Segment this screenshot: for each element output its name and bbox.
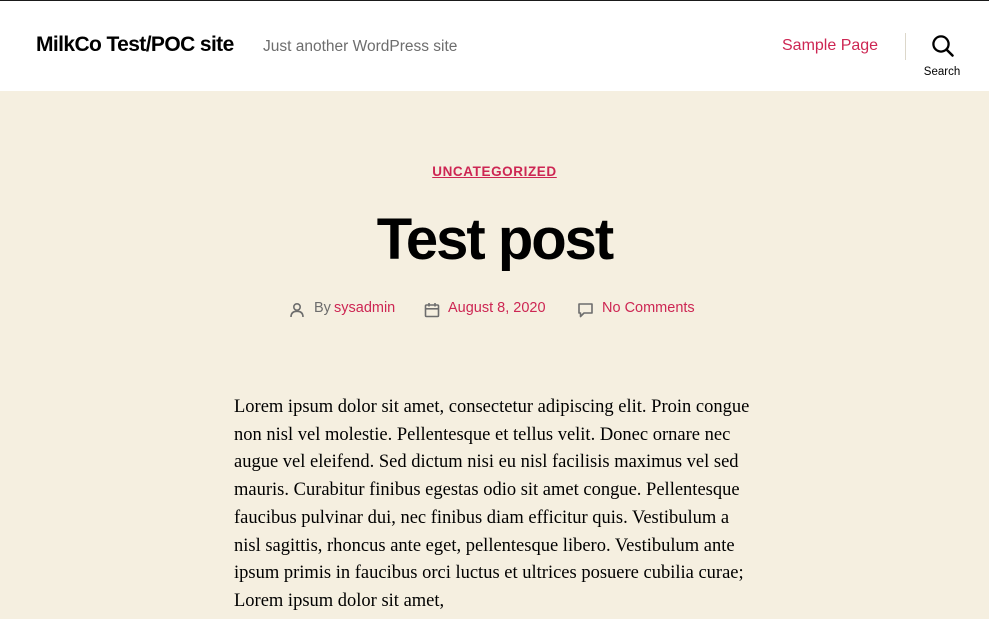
date-link[interactable]: August 8, 2020 <box>448 300 546 316</box>
post-content: Lorem ipsum dolor sit amet, consectetur … <box>234 397 750 611</box>
site-title-link[interactable]: MilkCo Test/POC site <box>36 33 234 57</box>
author-link[interactable]: sysadmin <box>334 300 395 316</box>
calendar-icon <box>424 303 440 318</box>
post-title: Test post <box>376 207 615 272</box>
author-icon <box>290 302 304 318</box>
site-tagline: Just another WordPress site <box>263 38 458 55</box>
comment-icon <box>578 303 593 318</box>
site-header: MilkCo Test/POC site Just another WordPr… <box>0 1 989 91</box>
search-label: Search <box>923 66 961 78</box>
comments-link[interactable]: No Comments <box>602 300 695 316</box>
post-category: UNCATEGORIZED <box>0 163 989 181</box>
search-toggle-button[interactable]: Search <box>915 34 969 80</box>
header-divider <box>905 33 906 60</box>
author-prefix: By <box>314 300 331 316</box>
nav-sample-page[interactable]: Sample Page <box>782 37 878 55</box>
search-icon <box>931 35 954 57</box>
category-link[interactable]: UNCATEGORIZED <box>432 164 557 179</box>
post-meta: By sysadmin August 8, 2020 No Comments <box>0 300 989 320</box>
